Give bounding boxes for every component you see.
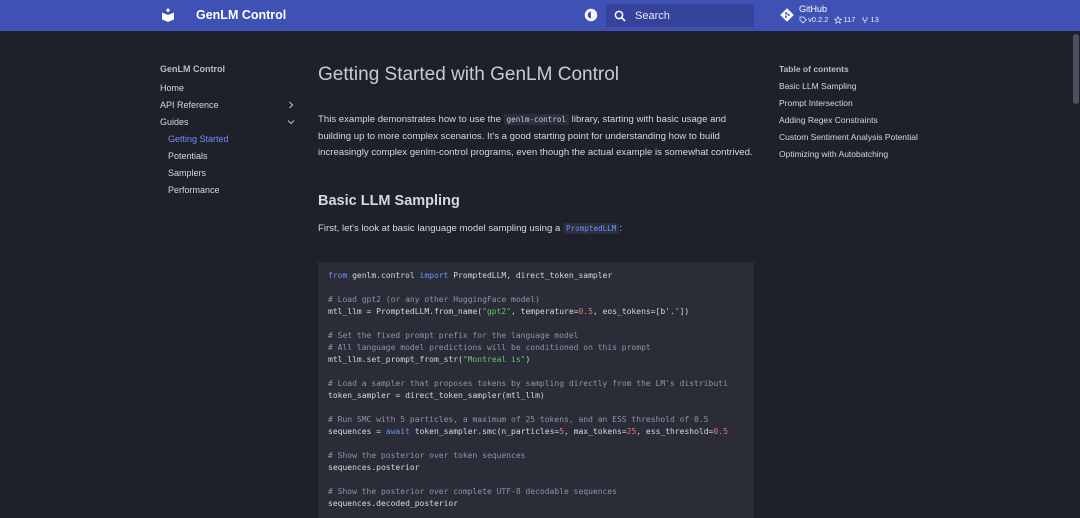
code-string: "gpt2" (482, 307, 512, 316)
section-heading: Basic LLM Sampling (318, 192, 460, 209)
sidebar-item-guides[interactable]: Guides (160, 116, 295, 133)
code-token: sequences = (328, 427, 386, 436)
repo-forks: 13 (861, 15, 879, 25)
code-comment: # Set the fixed prompt prefix for the la… (328, 331, 579, 340)
code-keyword: await (385, 427, 410, 436)
toc-item-prompt-intersection[interactable]: Prompt Intersection (779, 98, 919, 109)
code-line: sequences = await token_sampler.smc(n_pa… (328, 426, 754, 438)
section-text-end: : (619, 222, 622, 234)
code-keyword: from (328, 271, 348, 280)
toc-item-basic-llm-sampling[interactable]: Basic LLM Sampling (779, 81, 919, 92)
code-string: "Montreal is" (462, 355, 526, 364)
toc-item-regex-constraints[interactable]: Adding Regex Constraints (779, 115, 919, 126)
code-number: 0.5 (578, 307, 593, 316)
code-line: mtl_llm.set_prompt_from_str("Montreal is… (328, 354, 754, 366)
toc-item-autobatching[interactable]: Optimizing with Autobatching (779, 149, 919, 160)
code-token: mtl_llm = PromptedLLM.from_name( (328, 307, 483, 316)
code-comment: # Show the posterior over token sequence… (328, 451, 526, 460)
code-token: PromptedLLM, direct_token_sampler (448, 271, 613, 280)
sidebar-item-getting-started[interactable]: Getting Started (160, 133, 295, 150)
search-icon (614, 10, 626, 22)
intro-paragraph: This example demonstrates how to use the… (318, 112, 755, 162)
code-token: , temperature= (511, 307, 579, 316)
sidebar-nav: GenLM Control Home API Reference Guides … (160, 64, 295, 201)
code-line: from genlm.control import PromptedLLM, d… (328, 270, 754, 282)
fork-icon (863, 17, 868, 24)
sidebar-item-label: Guides (160, 117, 189, 127)
inline-code-link[interactable]: PromptedLLM (563, 222, 620, 234)
sidebar-item-label: API Reference (160, 100, 219, 110)
repo-version: v0.2.2 (799, 15, 828, 25)
sidebar-item-performance[interactable]: Performance (160, 184, 295, 201)
sidebar-item-label: Potentials (168, 151, 208, 161)
intro-text-start: This example demonstrates how to use the (318, 114, 504, 125)
theme-toggle-icon[interactable] (583, 7, 599, 23)
repo-stars-count: 117 (843, 15, 856, 24)
toc-title: Table of contents (779, 64, 849, 74)
site-title[interactable]: GenLM Control (196, 8, 286, 22)
code-comment: # Show the posterior over complete UTF-8… (328, 487, 617, 496)
tag-icon (799, 16, 807, 24)
sidebar-item-api-reference[interactable]: API Reference (160, 99, 295, 116)
main-content: Getting Started with GenLM Control This … (318, 60, 755, 236)
section-paragraph: First, let's look at basic language mode… (318, 222, 755, 236)
code-token: genlm.control (347, 271, 420, 280)
sidebar-item-label: Home (160, 83, 185, 93)
section-text-start: First, let's look at basic language mode… (318, 222, 564, 234)
page-scrollbar-track (1072, 31, 1080, 518)
repo-info: GitHub v0.2.2 117 13 (799, 4, 879, 25)
code-token: , ess_threshold= (636, 427, 714, 436)
code-line: token_sampler = direct_token_sampler(mtl… (328, 391, 545, 400)
code-comment: # Load gpt2 (or any other HuggingFace mo… (328, 295, 540, 304)
code-line: sequences.decoded_posterior (328, 499, 459, 508)
code-comment: # All language model predictions will be… (328, 343, 651, 352)
search-input[interactable]: Search (606, 4, 754, 27)
repo-forks-count: 13 (870, 15, 879, 24)
sidebar-item-label: Performance (168, 185, 220, 195)
repo-name: GitHub (799, 4, 828, 14)
sidebar-title: GenLM Control (160, 64, 225, 74)
code-number: 0.5 (713, 427, 728, 436)
sidebar-item-potentials[interactable]: Potentials (160, 150, 295, 167)
page-title: Getting Started with GenLM Control (318, 64, 619, 85)
code-number: 25 (626, 427, 637, 436)
code-line: sequences.posterior (328, 463, 420, 472)
git-icon (780, 8, 794, 22)
sidebar-item-label: Samplers (168, 168, 207, 178)
repo-link[interactable]: GitHub v0.2.2 117 13 (780, 4, 879, 28)
logo-icon[interactable] (160, 7, 176, 23)
code-token: ) (525, 355, 531, 364)
search-placeholder: Search (635, 9, 670, 22)
code-block[interactable]: from genlm.control import PromptedLLM, d… (318, 262, 754, 518)
page-scrollbar-thumb[interactable] (1073, 34, 1079, 104)
sidebar-item-samplers[interactable]: Samplers (160, 167, 295, 184)
code-comment: # Run SMC with 5 particles, a maximum of… (328, 415, 709, 424)
chevron-right-icon (289, 101, 294, 109)
code-token: token_sampler.smc(n_particles= (409, 427, 560, 436)
code-token: , max_tokens= (564, 427, 627, 436)
repo-stars: 117 (834, 15, 855, 25)
toc-item-sentiment-potential[interactable]: Custom Sentiment Analysis Potential (779, 132, 919, 143)
sidebar-item-home[interactable]: Home (160, 82, 295, 99)
top-header: GenLM Control Search GitHub v0.2.2 117 1… (0, 0, 1080, 31)
star-icon (834, 16, 843, 24)
code-comment: # Load a sampler that proposes tokens by… (328, 379, 728, 388)
chevron-down-icon (287, 120, 295, 125)
code-token: , eos_tokens=[b'.']) (592, 307, 690, 316)
code-keyword: import (419, 271, 449, 280)
code-token: mtl_llm.set_prompt_from_str( (328, 355, 463, 364)
repo-version-label: v0.2.2 (808, 15, 829, 24)
table-of-contents: Table of contents Basic LLM Sampling Pro… (779, 64, 919, 166)
sidebar-item-label: Getting Started (168, 134, 229, 144)
code-line: mtl_llm = PromptedLLM.from_name("gpt2", … (328, 306, 754, 318)
repo-facts: v0.2.2 117 13 (799, 15, 879, 25)
inline-code: genlm-control (503, 114, 570, 125)
